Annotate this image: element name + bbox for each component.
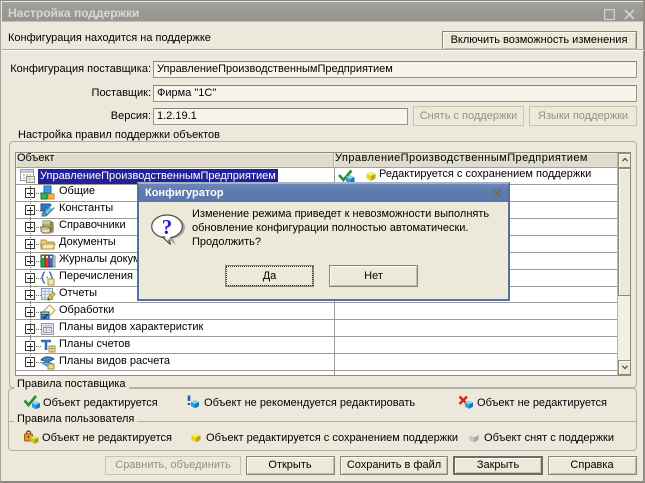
svg-text:?: ?: [162, 215, 173, 239]
